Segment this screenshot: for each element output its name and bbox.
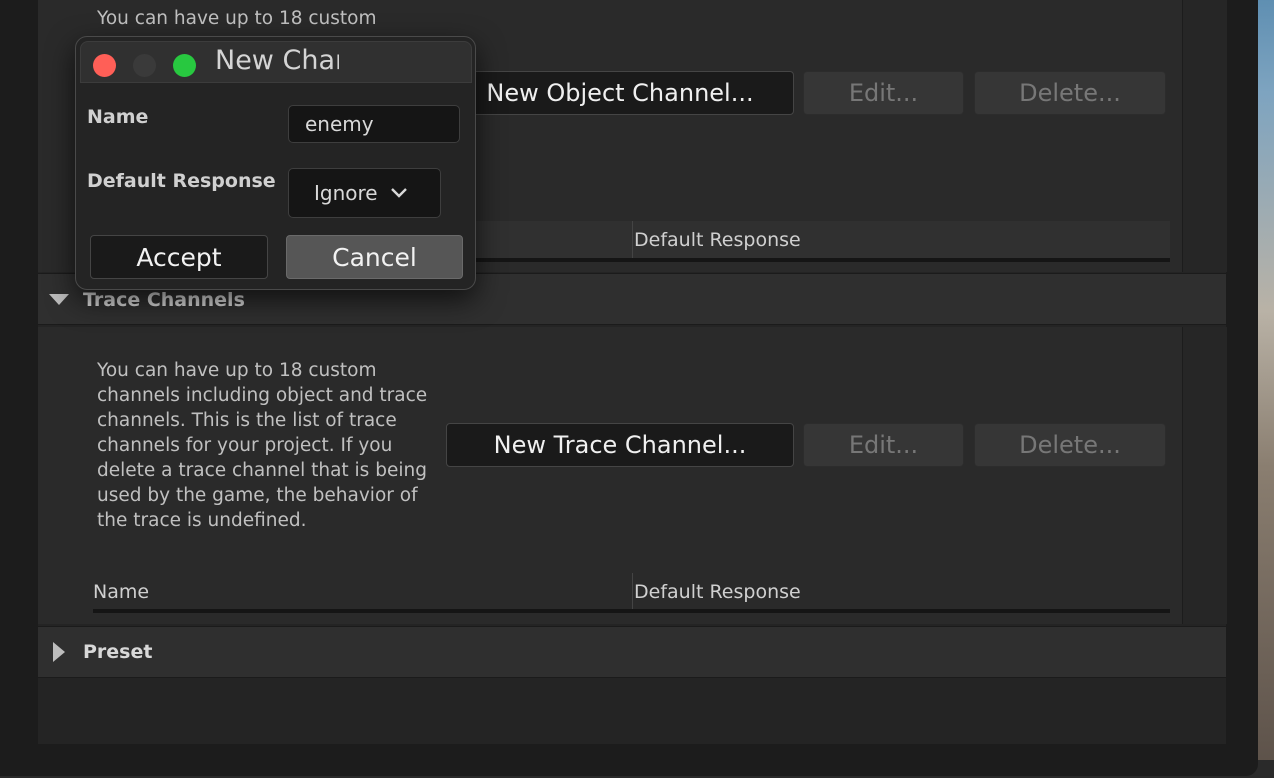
trace-channels-gutter (1182, 327, 1227, 624)
object-col-default-response: Default Response (634, 229, 801, 251)
object-channels-description: You can have up to 18 custom (97, 8, 377, 29)
default-response-select[interactable]: Ignore (288, 168, 441, 218)
minimize-window-button[interactable] (133, 54, 156, 77)
object-channel-delete-button[interactable]: Delete... (974, 71, 1166, 115)
cancel-button[interactable]: Cancel (286, 235, 463, 279)
name-input[interactable]: enemy (288, 105, 460, 143)
new-object-channel-button[interactable]: New Object Channel... (446, 71, 794, 115)
trace-channels-title: Trace Channels (83, 289, 245, 311)
collapse-arrow-icon[interactable] (49, 294, 69, 305)
trace-channel-edit-button[interactable]: Edit... (803, 423, 964, 467)
new-channel-dialog: New Chan Name enemy Default Response Ign… (75, 36, 476, 290)
trace-channels-description: You can have up to 18 custom channels in… (97, 360, 428, 531)
object-column-separator (632, 221, 633, 258)
object-channel-edit-button[interactable]: Edit... (803, 71, 964, 115)
background-scene (1258, 0, 1274, 778)
expand-arrow-icon[interactable] (53, 642, 65, 662)
default-response-label: Default Response (87, 170, 276, 192)
trace-channel-delete-button[interactable]: Delete... (974, 423, 1166, 467)
default-response-value: Ignore (314, 181, 378, 205)
preset-header[interactable] (38, 626, 1226, 678)
trace-col-default-response: Default Response (634, 581, 801, 603)
trace-col-name: Name (93, 581, 150, 603)
trace-column-separator (632, 573, 633, 610)
close-window-button[interactable] (93, 54, 116, 77)
preset-title: Preset (83, 641, 153, 663)
zoom-window-button[interactable] (173, 54, 196, 77)
dialog-title: New Chan (215, 45, 339, 76)
name-label: Name (87, 106, 149, 128)
chevron-down-icon (390, 188, 407, 198)
new-trace-channel-button[interactable]: New Trace Channel... (446, 423, 794, 467)
trace-table-rule (93, 609, 1170, 613)
accept-button[interactable]: Accept (90, 235, 268, 279)
object-channels-gutter (1182, 0, 1227, 272)
